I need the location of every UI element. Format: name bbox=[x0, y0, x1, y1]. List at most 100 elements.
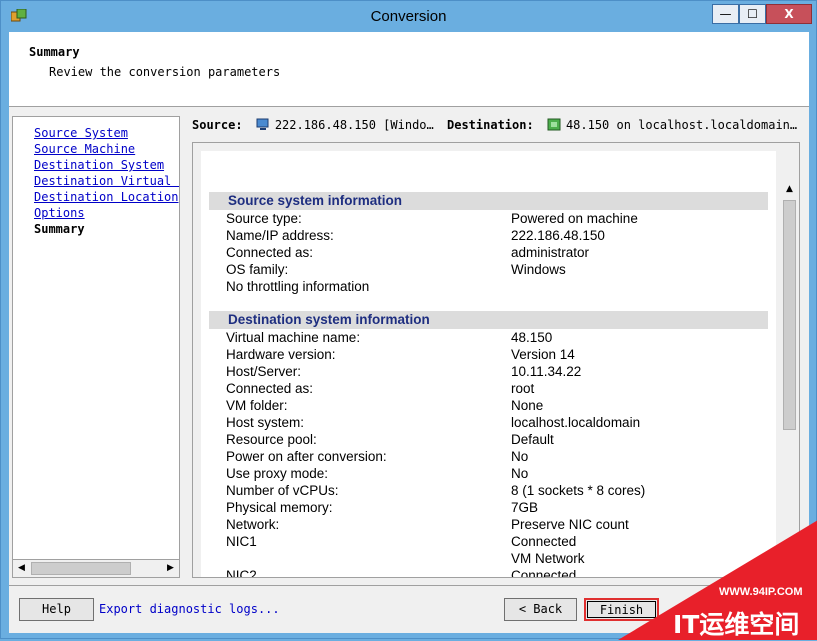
row-label: Name/IP address: bbox=[226, 228, 334, 243]
summary-row: NIC1 Connected bbox=[226, 533, 771, 550]
row-value: Default bbox=[511, 432, 554, 447]
summary-content: Source system information Source type: Po… bbox=[201, 151, 776, 578]
summary-row: No throttling information bbox=[226, 278, 771, 295]
summary-row: Number of vCPUs: 8 (1 sockets * 8 cores) bbox=[226, 482, 771, 499]
row-value: Connected bbox=[511, 534, 577, 549]
nav-step-destination-virtual-machine[interactable]: Destination Virtual Machine bbox=[34, 173, 179, 189]
minimize-button[interactable]: — bbox=[712, 4, 739, 24]
row-value: root bbox=[511, 381, 535, 396]
row-value: 48.150 bbox=[511, 330, 553, 345]
wizard-steps-panel: Source System Source Machine Destination… bbox=[12, 116, 180, 578]
destination-value: 48.150 on localhost.localdomain… bbox=[565, 118, 798, 132]
row-value: Windows bbox=[511, 262, 566, 277]
summary-row: Resource pool: Default bbox=[226, 431, 771, 448]
wizard-client-area: Summary Review the conversion parameters… bbox=[9, 32, 809, 633]
footer-divider bbox=[9, 585, 809, 586]
row-label: Power on after conversion: bbox=[226, 449, 387, 464]
row-value: localhost.localdomain bbox=[511, 415, 641, 430]
source-value: 222.186.48.150 [Windo… bbox=[274, 118, 434, 132]
row-label: Network: bbox=[226, 517, 280, 532]
row-label: NIC1 bbox=[226, 534, 257, 549]
scroll-thumb[interactable] bbox=[783, 200, 796, 430]
window-title: Conversion bbox=[370, 8, 447, 25]
nav-step-summary: Summary bbox=[34, 222, 85, 236]
summary-row: NIC2 Connected bbox=[226, 567, 771, 578]
summary-vertical-scrollbar[interactable]: ▲ bbox=[781, 181, 798, 577]
summary-row: Virtual machine name: 48.150 bbox=[226, 329, 771, 346]
computer-icon bbox=[256, 118, 269, 130]
row-label: Host system: bbox=[226, 415, 305, 430]
row-value: 10.11.34.22 bbox=[511, 364, 582, 379]
page-title: Summary bbox=[29, 45, 80, 59]
row-label: Virtual machine name: bbox=[226, 330, 361, 345]
scroll-thumb[interactable] bbox=[31, 562, 131, 575]
row-value: administrator bbox=[511, 245, 590, 260]
row-value: Version 14 bbox=[511, 347, 575, 362]
row-label: Resource pool: bbox=[226, 432, 317, 447]
title-bar[interactable]: Conversion — ☐ X bbox=[1, 1, 816, 31]
row-value: 8 (1 sockets * 8 cores) bbox=[511, 483, 646, 498]
summary-row: VM folder: None bbox=[226, 397, 771, 414]
row-label: NIC2 bbox=[226, 568, 257, 578]
steps-horizontal-scrollbar[interactable]: ◀ ▶ bbox=[12, 559, 180, 578]
row-label: Host/Server: bbox=[226, 364, 302, 379]
destination-section-heading: Destination system information bbox=[209, 311, 768, 329]
row-value: Connected bbox=[511, 568, 577, 578]
nav-step-destination-location[interactable]: Destination Location bbox=[34, 189, 179, 205]
row-label: Number of vCPUs: bbox=[226, 483, 339, 498]
summary-row: Physical memory: 7GB bbox=[226, 499, 771, 516]
destination-label: Destination: bbox=[447, 118, 534, 132]
maximize-button[interactable]: ☐ bbox=[739, 4, 766, 24]
summary-row: Hardware version: Version 14 bbox=[226, 346, 771, 363]
row-value: 7GB bbox=[511, 500, 539, 515]
wizard-header: Summary Review the conversion parameters bbox=[9, 32, 809, 107]
summary-row: Connected as: administrator bbox=[226, 244, 771, 261]
row-label: No throttling information bbox=[226, 279, 370, 294]
summary-row: Power on after conversion: No bbox=[226, 448, 771, 465]
watermark-text: IT运维空间 bbox=[673, 610, 800, 639]
row-label: OS family: bbox=[226, 262, 289, 277]
scroll-up-icon[interactable]: ▲ bbox=[781, 181, 798, 198]
summary-panel: Source system information Source type: Po… bbox=[192, 142, 800, 578]
row-value: No bbox=[511, 449, 529, 464]
row-label: Connected as: bbox=[226, 381, 314, 396]
summary-row: Source type: Powered on machine bbox=[226, 210, 771, 227]
nav-step-destination-system[interactable]: Destination System bbox=[34, 157, 164, 173]
row-label: Physical memory: bbox=[226, 500, 333, 515]
row-value: 222.186.48.150 bbox=[511, 228, 605, 243]
row-value: None bbox=[511, 398, 544, 413]
row-value: Powered on machine bbox=[511, 211, 638, 226]
nav-step-source-system[interactable]: Source System bbox=[34, 125, 128, 141]
summary-row: Host/Server: 10.11.34.22 bbox=[226, 363, 771, 380]
page-subtitle: Review the conversion parameters bbox=[49, 65, 281, 79]
row-label: Hardware version: bbox=[226, 347, 336, 362]
export-diagnostic-logs-link[interactable]: Export diagnostic logs... bbox=[99, 602, 280, 616]
row-value: No bbox=[511, 466, 529, 481]
scroll-left-icon[interactable]: ◀ bbox=[13, 560, 30, 577]
nav-step-options[interactable]: Options bbox=[34, 205, 85, 221]
row-label: Connected as: bbox=[226, 245, 314, 260]
conversion-window: Conversion — ☐ X Summary Review the conv… bbox=[0, 0, 817, 640]
row-label: Use proxy mode: bbox=[226, 466, 329, 481]
close-button[interactable]: X bbox=[766, 4, 812, 24]
watermark-url: WWW.94IP.COM bbox=[719, 586, 803, 598]
summary-row: Connected as: root bbox=[226, 380, 771, 397]
finish-button[interactable]: Finish bbox=[584, 598, 659, 621]
row-value: Preserve NIC count bbox=[511, 517, 629, 532]
virtual-machine-icon bbox=[547, 118, 561, 131]
row-label: Source type: bbox=[226, 211, 302, 226]
row-label: VM folder: bbox=[226, 398, 288, 413]
summary-row: Host system: localhost.localdomain bbox=[226, 414, 771, 431]
row-value: VM Network bbox=[511, 551, 585, 566]
help-button[interactable]: Help bbox=[19, 598, 94, 621]
source-destination-bar: Source: 222.186.48.150 [Windo… Destinati… bbox=[192, 118, 802, 138]
source-label: Source: bbox=[192, 118, 243, 132]
summary-row: OS family: Windows bbox=[226, 261, 771, 278]
summary-row: Name/IP address: 222.186.48.150 bbox=[226, 227, 771, 244]
summary-row: Network: Preserve NIC count bbox=[226, 516, 771, 533]
nav-step-source-machine[interactable]: Source Machine bbox=[34, 141, 135, 157]
scroll-right-icon[interactable]: ▶ bbox=[162, 560, 179, 577]
source-section-heading: Source system information bbox=[209, 192, 768, 210]
summary-row: VM Network bbox=[226, 550, 771, 567]
back-button[interactable]: < Back bbox=[504, 598, 577, 621]
